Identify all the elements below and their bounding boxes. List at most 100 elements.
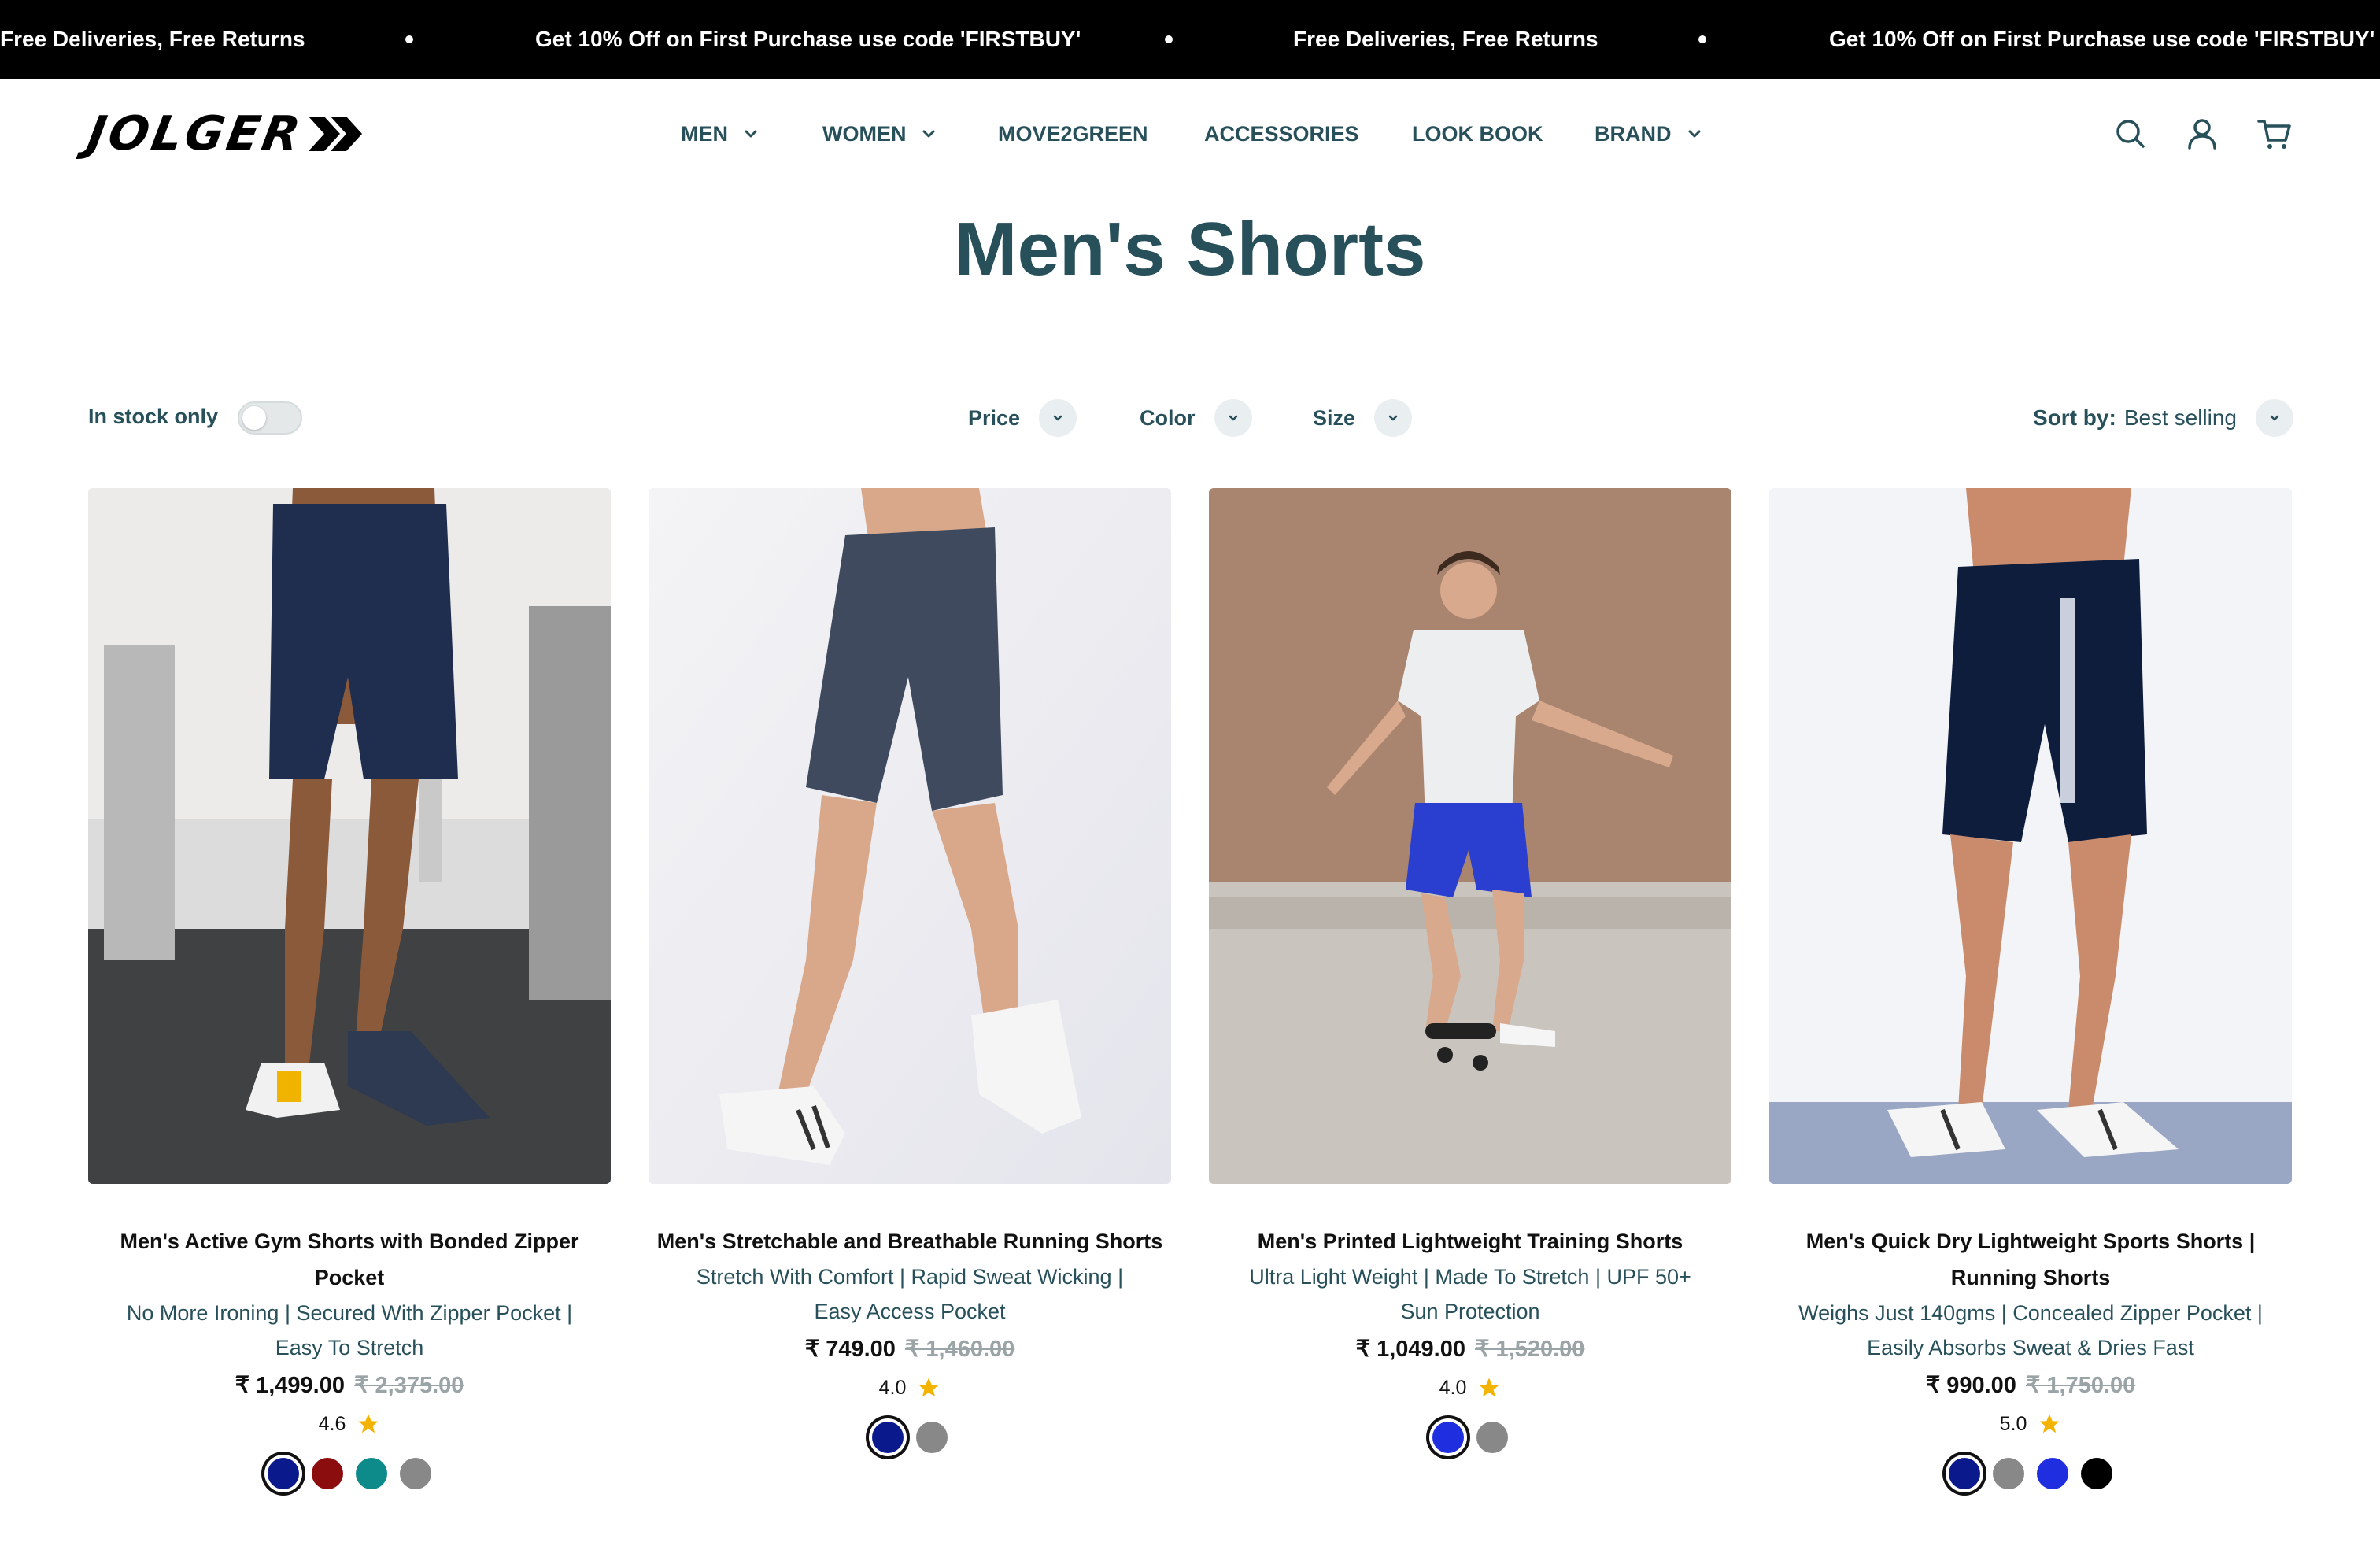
sale-price: ₹ 1,049.00	[1355, 1337, 1465, 1362]
search-icon[interactable]	[2112, 115, 2149, 153]
separator-dot	[1698, 35, 1706, 43]
nav-item-accessories[interactable]: ACCESSORIES	[1204, 118, 1359, 150]
sort-dropdown[interactable]: Sort by: Best selling	[2033, 398, 2293, 438]
color-swatch[interactable]	[400, 1458, 431, 1489]
cart-icon[interactable]	[2256, 115, 2293, 153]
product-description: Stretch With Comfort | Rapid Sweat Wicki…	[696, 1265, 1124, 1323]
sale-price: ₹ 1,499.00	[235, 1373, 345, 1398]
in-stock-label: In stock only	[88, 405, 219, 428]
product-price-row: ₹ 990.00 ₹ 1,750.00	[1769, 1370, 2292, 1401]
filter-label: Color	[1140, 405, 1196, 430]
separator-dot	[1165, 35, 1173, 43]
nav-label: BRAND	[1595, 121, 1672, 146]
product-price-row: ₹ 1,499.00 ₹ 2,375.00	[88, 1370, 611, 1401]
toggle-knob	[242, 406, 266, 430]
sale-price: ₹ 990.00	[1925, 1373, 2016, 1398]
color-swatch[interactable]	[1949, 1458, 1980, 1489]
sale-price: ₹ 749.00	[804, 1337, 896, 1362]
main-nav: MEN WOMEN MOVE2GREEN ACCESSORIES LOOK BO…	[0, 79, 2380, 189]
product-description: No More Ironing | Secured With Zipper Po…	[126, 1301, 573, 1359]
color-swatch[interactable]	[872, 1422, 904, 1453]
color-swatch[interactable]	[2081, 1458, 2112, 1489]
product-name[interactable]: Men's Quick Dry Lightweight Sports Short…	[1769, 1223, 2292, 1296]
announcement-message: Get 10% Off on First Purchase use code '…	[1829, 27, 2375, 51]
product-rating: 5.0	[1769, 1412, 2292, 1436]
announcement-message: Free Deliveries, Free Returns	[1293, 27, 1598, 51]
compare-price: ₹ 1,750.00	[2025, 1373, 2136, 1398]
compare-price: ₹ 1,520.00	[1475, 1337, 1585, 1362]
in-stock-toggle[interactable]	[238, 401, 302, 435]
page-title: Men's Shorts	[954, 207, 1426, 291]
product-name[interactable]: Men's Active Gym Shorts with Bonded Zipp…	[88, 1223, 611, 1296]
product-name[interactable]: Men's Stretchable and Breathable Running…	[649, 1223, 1171, 1259]
product-price-row: ₹ 749.00 ₹ 1,460.00	[649, 1333, 1171, 1365]
compare-price: ₹ 1,460.00	[904, 1337, 1015, 1362]
color-swatch[interactable]	[1476, 1422, 1508, 1453]
account-icon[interactable]	[2183, 115, 2221, 153]
filter-label: Size	[1313, 405, 1356, 430]
product-image[interactable]	[649, 488, 1171, 1184]
chevron-down-icon	[2256, 399, 2293, 437]
rating-value: 4.0	[1439, 1376, 1467, 1399]
announcement-message: Free Deliveries, Free Returns	[0, 27, 305, 51]
color-swatches	[649, 1422, 1171, 1453]
product-image[interactable]	[88, 488, 611, 1184]
nav-label: WOMEN	[822, 121, 907, 146]
star-icon	[918, 1378, 939, 1397]
filter-price[interactable]: Price	[968, 398, 1077, 438]
color-swatch[interactable]	[1432, 1422, 1464, 1453]
product-card[interactable]: Men's Quick Dry Lightweight Sports Short…	[1769, 488, 2292, 1489]
chevron-down-icon	[1039, 399, 1077, 437]
product-rating: 4.0	[649, 1376, 1171, 1400]
separator-dot	[405, 35, 413, 43]
color-swatch[interactable]	[356, 1458, 387, 1489]
chevron-down-icon	[1214, 399, 1252, 437]
star-icon	[2039, 1414, 2060, 1433]
sort-label: Sort by:	[2033, 405, 2116, 430]
nav-item-brand[interactable]: BRAND	[1595, 118, 1703, 150]
product-image[interactable]	[1209, 488, 1731, 1184]
nav-item-move2green[interactable]: MOVE2GREEN	[998, 118, 1148, 150]
filter-bar: In stock only Price Color Size Sort by: …	[0, 394, 2380, 444]
product-rating: 4.6	[88, 1412, 611, 1436]
chevron-down-icon	[1688, 130, 1700, 138]
filter-label: Price	[968, 405, 1021, 430]
filter-size[interactable]: Size	[1313, 398, 1413, 438]
rating-value: 4.0	[878, 1376, 907, 1399]
chevron-down-icon	[1374, 399, 1413, 437]
product-description: Ultra Light Weight | Made To Stretch | U…	[1249, 1265, 1691, 1323]
sort-value: Best selling	[2123, 405, 2237, 430]
product-image[interactable]	[1769, 488, 2292, 1184]
color-swatch[interactable]	[916, 1422, 948, 1453]
product-description: Weighs Just 140gms | Concealed Zipper Po…	[1798, 1301, 2263, 1359]
filter-color[interactable]: Color	[1140, 398, 1252, 438]
announcement-bar: Free Deliveries, Free Returns Get 10% Of…	[0, 0, 2380, 79]
nav-item-women[interactable]: WOMEN	[822, 118, 937, 150]
site-header: JOLGER MEN WOMEN MOVE2GREEN ACCESSORIES …	[0, 79, 2380, 189]
product-price-row: ₹ 1,049.00 ₹ 1,520.00	[1209, 1333, 1731, 1365]
color-swatch[interactable]	[312, 1458, 343, 1489]
nav-label: LOOK BOOK	[1412, 121, 1543, 146]
star-icon	[358, 1414, 379, 1433]
color-swatch[interactable]	[268, 1458, 299, 1489]
compare-price: ₹ 2,375.00	[354, 1373, 464, 1398]
nav-item-men[interactable]: MEN	[681, 118, 759, 150]
product-name[interactable]: Men's Printed Lightweight Training Short…	[1209, 1223, 1731, 1259]
chevron-down-icon	[745, 130, 757, 138]
rating-value: 4.6	[318, 1412, 346, 1435]
product-rating: 4.0	[1209, 1376, 1731, 1400]
chevron-down-icon	[922, 130, 935, 138]
product-card[interactable]: Men's Stretchable and Breathable Running…	[649, 488, 1171, 1453]
product-card[interactable]: Men's Printed Lightweight Training Short…	[1209, 488, 1731, 1453]
color-swatches	[1769, 1458, 2292, 1489]
announcement-message: Get 10% Off on First Purchase use code '…	[535, 27, 1081, 51]
product-card[interactable]: Men's Active Gym Shorts with Bonded Zipp…	[88, 488, 611, 1489]
nav-item-look-book[interactable]: LOOK BOOK	[1412, 118, 1543, 150]
rating-value: 5.0	[1999, 1412, 2027, 1435]
color-swatches	[88, 1458, 611, 1489]
star-icon	[1479, 1378, 1499, 1397]
color-swatch[interactable]	[2037, 1458, 2068, 1489]
nav-label: ACCESSORIES	[1204, 121, 1359, 146]
nav-label: MOVE2GREEN	[998, 121, 1148, 146]
color-swatch[interactable]	[1993, 1458, 2024, 1489]
